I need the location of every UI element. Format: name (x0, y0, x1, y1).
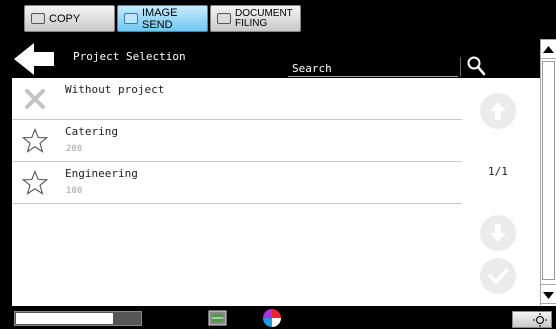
project-code: 100 (66, 186, 83, 196)
triangle-up-icon (543, 46, 554, 53)
divider (460, 57, 461, 77)
scroll-down-button[interactable] (541, 284, 556, 304)
search-input[interactable]: Search (288, 59, 458, 77)
job-status-button[interactable] (207, 307, 229, 329)
tab-image-send-label: IMAGE SEND (142, 6, 178, 31)
checkmark-icon (488, 268, 509, 284)
tab-image-send[interactable]: IMAGE SEND (117, 5, 208, 32)
color-mode-button[interactable] (261, 307, 283, 329)
mode-tab-bar: COPY IMAGE SEND DOCUMENT FILING (0, 0, 556, 34)
scrollbar-thumb[interactable] (542, 61, 555, 280)
triangle-down-icon (543, 292, 554, 299)
project-code: 200 (66, 144, 83, 154)
document-filing-icon (217, 13, 231, 24)
project-row-catering[interactable]: Catering 200 (12, 120, 462, 162)
back-button[interactable] (12, 42, 56, 76)
back-arrow-icon (14, 43, 54, 75)
arrow-down-icon (490, 224, 506, 242)
arrow-up-icon (490, 102, 506, 120)
brightness-button[interactable] (512, 311, 552, 328)
copy-icon (31, 13, 45, 24)
search-icon (467, 56, 486, 76)
ok-button[interactable] (480, 258, 516, 294)
progress-fill (16, 313, 113, 324)
project-name: Without project (65, 83, 165, 96)
page-down-button[interactable] (480, 215, 516, 251)
page-up-button[interactable] (480, 93, 516, 129)
image-send-icon (124, 13, 138, 24)
page-title: Project Selection (73, 50, 186, 63)
project-name: Catering (65, 125, 118, 138)
project-row-engineering[interactable]: Engineering 100 (12, 162, 462, 204)
tab-document-filing-label: DOCUMENT FILING (235, 7, 293, 29)
project-name: Engineering (65, 167, 138, 180)
job-status-icon (208, 310, 227, 326)
header-bar: Project Selection Search (12, 39, 540, 78)
color-wheel-icon (263, 309, 281, 327)
page-indicator: 1/1 (488, 165, 508, 178)
tab-copy-label: COPY (49, 12, 81, 25)
star-outline-icon[interactable] (22, 128, 48, 154)
tab-copy[interactable]: COPY (24, 5, 115, 32)
brightness-icon (533, 313, 547, 327)
star-outline-icon[interactable] (22, 170, 48, 196)
scrollbar[interactable] (540, 39, 556, 306)
scroll-up-button[interactable] (541, 39, 556, 59)
project-list-panel: Without project Catering 200 Engineering… (12, 78, 540, 306)
search-button[interactable] (464, 55, 490, 77)
x-icon (25, 89, 45, 109)
project-row-without[interactable]: Without project (12, 78, 462, 120)
bottom-bar (0, 306, 556, 329)
search-input-label: Search (292, 62, 332, 75)
status-progress-bar (14, 311, 142, 326)
tab-document-filing[interactable]: DOCUMENT FILING (210, 5, 301, 32)
